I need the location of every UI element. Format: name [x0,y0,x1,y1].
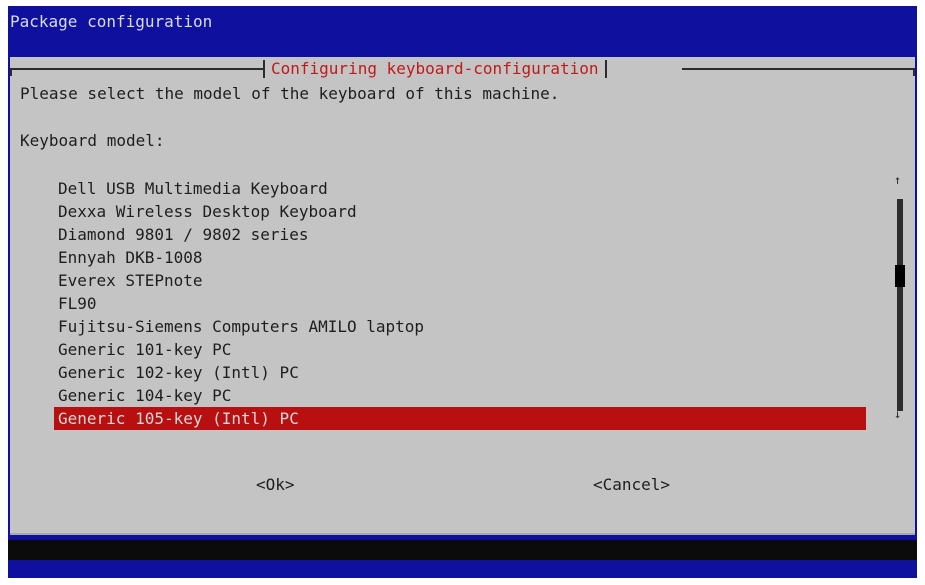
scroll-down-arrow-icon[interactable]: ↓ [894,407,901,421]
keyboard-model-option[interactable]: Diamond 9801 / 9802 series [54,223,866,246]
keyboard-model-option[interactable]: Ennyah DKB-1008 [54,246,866,269]
console-status-strip [8,540,917,560]
keyboard-model-option[interactable]: Generic 101-key PC [54,338,866,361]
keyboard-model-label: Keyboard model: [20,131,165,150]
dialog-title: Configuring keyboard-configuration [263,57,607,81]
dialog-frame-right-cap [913,68,915,76]
dialog-frame-left-line [10,68,267,70]
keyboard-model-option[interactable]: Dexxa Wireless Desktop Keyboard [54,200,866,223]
keyboard-model-list[interactable]: Dell USB Multimedia Keyboard Dexxa Wirel… [54,177,866,430]
keyboard-model-option[interactable]: FL90 [54,292,866,315]
scrollbar-thumb[interactable] [895,265,905,287]
scrollbar-track[interactable] [897,199,903,411]
cancel-button[interactable]: <Cancel> [593,475,670,495]
selected-keyboard-model-option[interactable]: Generic 105-key (Intl) PC [54,407,866,430]
keyboard-model-option[interactable]: Generic 104-key PC [54,384,866,407]
dialog-frame-right-line [682,68,915,70]
window-title: Package configuration [10,12,213,31]
keyboard-model-option[interactable]: Generic 102-key (Intl) PC [54,361,866,384]
ok-button[interactable]: <Ok> [256,475,295,495]
keyboard-model-option[interactable]: Fujitsu-Siemens Computers AMILO laptop [54,315,866,338]
keyboard-model-option[interactable]: Everex STEPnote [54,269,866,292]
terminal-screen: Package configuration Configuring keyboa… [8,6,917,578]
scroll-up-arrow-icon[interactable]: ↑ [894,173,901,187]
package-configuration-dialog: Configuring keyboard-configuration Pleas… [10,57,915,535]
keyboard-model-option[interactable]: Dell USB Multimedia Keyboard [54,177,866,200]
dialog-prompt: Please select the model of the keyboard … [20,84,560,103]
